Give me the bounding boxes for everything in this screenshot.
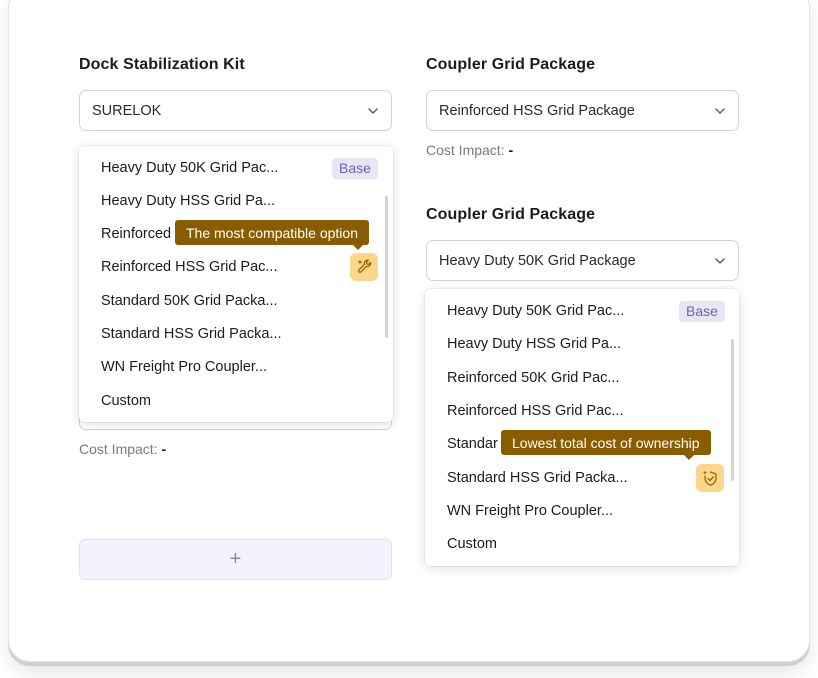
option-label: Reinforced HSS Grid Pac... (101, 258, 278, 275)
coupler-grid-title-2: Coupler Grid Package (426, 206, 596, 223)
coupler-grid-title-1: Coupler Grid Package (426, 56, 596, 73)
option-label: Heavy Duty HSS Grid Pa... (101, 192, 276, 209)
dropdown-option[interactable]: Reinforced 50K Grid Pac... (425, 361, 739, 394)
dock-stabilization-dropdown: Heavy Duty 50K Grid Pac... Heavy Duty HS… (79, 146, 393, 422)
coupler-grid-dropdown: Heavy Duty 50K Grid Pac... Heavy Duty HS… (425, 289, 739, 566)
coupler-grid-select-2[interactable]: Heavy Duty 50K Grid Package (426, 240, 739, 281)
dropdown-option[interactable]: Heavy Duty HSS Grid Pa... (79, 184, 393, 217)
wrench-sparkle-icon (350, 253, 378, 281)
chevron-down-icon (714, 255, 726, 267)
dropdown-scrollbar[interactable] (731, 339, 734, 481)
option-label: Reinforced HSS Grid Pac... (447, 402, 624, 419)
cost-impact-label: Cost Impact: (79, 441, 158, 457)
option-label: Standar (447, 435, 498, 452)
option-label: WN Freight Pro Coupler... (101, 358, 267, 375)
add-button[interactable]: + (79, 539, 392, 580)
select-value: SURELOK (92, 102, 162, 119)
select-value: Heavy Duty 50K Grid Package (439, 252, 636, 269)
plus-icon: + (229, 548, 242, 570)
dropdown-option[interactable]: WN Freight Pro Coupler... (425, 494, 739, 527)
option-label: Reinforced 50K Grid Pac... (447, 369, 620, 386)
cost-impact-label: Cost Impact: (426, 142, 505, 158)
option-label: Standard 50K Grid Packa... (101, 292, 278, 309)
option-label: WN Freight Pro Coupler... (447, 502, 613, 519)
dropdown-option[interactable]: Custom (79, 384, 393, 417)
cost-impact-value: - (508, 142, 514, 158)
dropdown-scrollbar[interactable] (385, 196, 388, 338)
cost-ownership-tooltip: Lowest total cost of ownership (501, 430, 711, 460)
option-label: Heavy Duty 50K Grid Pac... (101, 159, 279, 176)
coupler-grid-select-1[interactable]: Reinforced HSS Grid Package (426, 90, 739, 131)
dropdown-option[interactable]: Reinforced HSS Grid Pac... (425, 394, 739, 427)
dropdown-option[interactable]: Standard 50K Grid Packa... (79, 284, 393, 317)
cost-impact: Cost Impact: - (79, 441, 166, 457)
dropdown-option[interactable]: Standard HSS Grid Packa... (79, 317, 393, 350)
option-label: Heavy Duty 50K Grid Pac... (447, 302, 625, 319)
cost-impact-value: - (161, 441, 167, 457)
option-label: Heavy Duty HSS Grid Pa... (447, 335, 622, 352)
dropdown-option[interactable]: WN Freight Pro Coupler... (79, 350, 393, 383)
base-badge: Base (679, 301, 725, 322)
base-badge: Base (332, 158, 378, 179)
chevron-down-icon (367, 105, 379, 117)
select-value: Reinforced HSS Grid Package (439, 102, 635, 119)
dropdown-option[interactable]: Custom (425, 527, 739, 560)
dropdown-option[interactable]: Standard HSS Grid Packa... (425, 461, 739, 494)
option-label: Reinforced (101, 225, 172, 242)
option-label: Standard HSS Grid Packa... (101, 325, 282, 342)
dock-stabilization-title: Dock Stabilization Kit (79, 56, 245, 73)
dock-stabilization-select[interactable]: SURELOK (79, 90, 392, 131)
dropdown-option[interactable]: Heavy Duty HSS Grid Pa... (425, 327, 739, 360)
shield-sparkle-icon (696, 464, 724, 492)
dropdown-option[interactable]: Reinforced HSS Grid Pac... (79, 250, 393, 283)
compatibility-tooltip: The most compatible option (175, 220, 369, 250)
option-label: Custom (101, 392, 151, 409)
chevron-down-icon (714, 105, 726, 117)
option-label: Standard HSS Grid Packa... (447, 469, 628, 486)
cost-impact: Cost Impact: - (426, 142, 513, 158)
option-label: Custom (447, 535, 497, 552)
